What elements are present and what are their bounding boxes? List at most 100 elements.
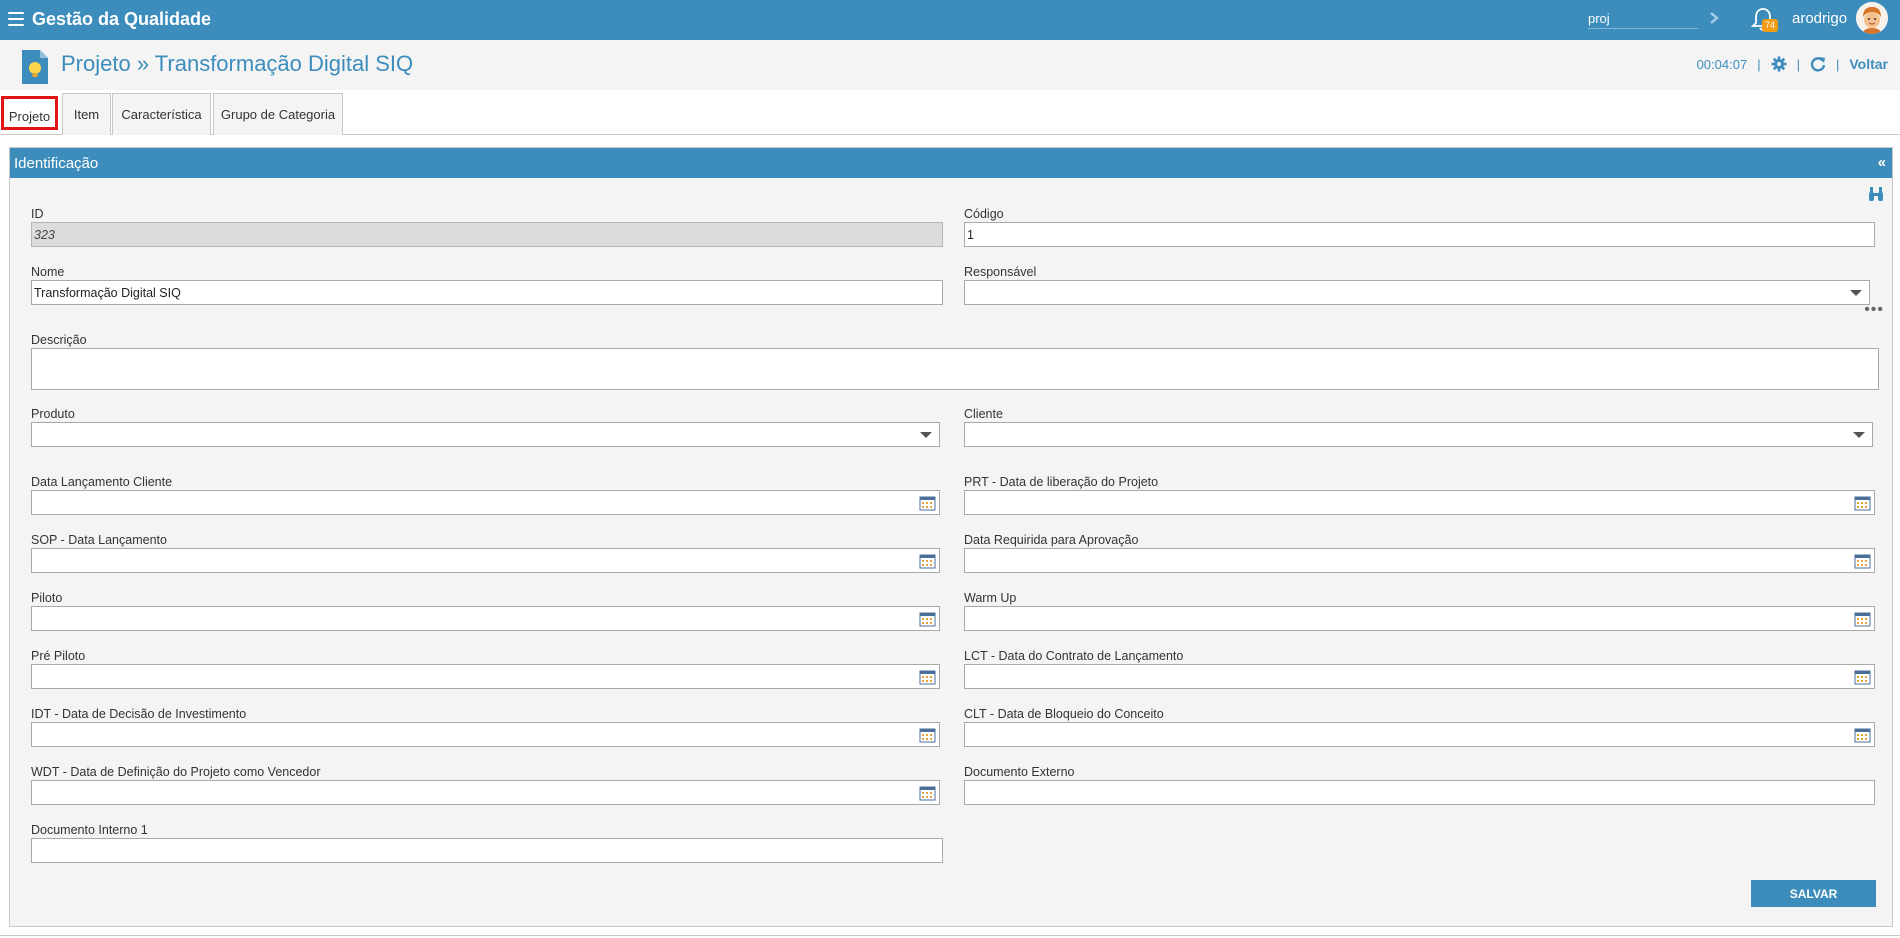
calendar-icon[interactable] (919, 553, 936, 569)
separator: | (1796, 56, 1800, 72)
app-title: Gestão da Qualidade (32, 9, 212, 29)
separator: | (1835, 56, 1840, 72)
search-field[interactable] (1588, 7, 1698, 29)
header-tools: 00:04:07 | | | Voltar (1697, 56, 1888, 72)
date-input[interactable] (32, 607, 939, 630)
field-nome: Nome (31, 265, 943, 307)
field-clt: CLT - Data de Bloqueio do Conceito (964, 707, 1875, 749)
field-label: Data Requirida para Aprovação (964, 533, 1139, 547)
tab-grupo-de-categoria[interactable]: Grupo de Categoria (213, 93, 343, 135)
field-label: Descrição (31, 333, 87, 347)
calendar-icon[interactable] (919, 785, 936, 801)
session-timer: 00:04:07 (1696, 56, 1748, 72)
field-cliente: Cliente (964, 407, 1873, 449)
collapse-icon[interactable]: « (1878, 154, 1886, 171)
calendar-icon[interactable] (919, 669, 936, 685)
menu-icon[interactable] (8, 12, 24, 26)
lightbulb-document-icon (22, 50, 48, 84)
avatar[interactable] (1856, 2, 1888, 34)
date-input[interactable] (32, 781, 939, 804)
panel-header[interactable]: Identificação « (10, 148, 1892, 178)
field-label: IDT - Data de Decisão de Investimento (31, 707, 247, 721)
user-avatar-icon (1856, 2, 1888, 34)
date-input[interactable] (965, 549, 1874, 572)
field-wdt: WDT - Data de Definição do Projeto como … (31, 765, 940, 807)
back-link[interactable]: Voltar (1849, 56, 1888, 72)
field-label: Nome (31, 265, 65, 279)
date-input[interactable] (32, 549, 939, 572)
field-label: Produto (31, 407, 75, 421)
field-label: SOP - Data Lançamento (31, 533, 167, 547)
identification-panel: Identificação « ID Código Nome Responsáv… (9, 147, 1893, 927)
calendar-icon[interactable] (1854, 495, 1871, 511)
date-input[interactable] (965, 491, 1874, 514)
field-label: WDT - Data de Definição do Projeto como … (31, 765, 321, 779)
field-label: Documento Interno 1 (31, 823, 148, 837)
date-input[interactable] (32, 723, 939, 746)
field-label: CLT - Data de Bloqueio do Conceito (964, 707, 1164, 721)
tab-projeto[interactable]: Projeto (1, 96, 58, 130)
cliente-select[interactable] (964, 422, 1873, 447)
field-produto: Produto (31, 407, 940, 449)
more-options-icon[interactable]: ••• (1864, 302, 1884, 318)
field-label: LCT - Data do Contrato de Lançamento (964, 649, 1184, 663)
field-data-requerida: Data Requirida para Aprovação (964, 533, 1875, 575)
chevron-right-icon[interactable] (1706, 8, 1722, 28)
calendar-icon[interactable] (1854, 727, 1871, 743)
calendar-icon[interactable] (919, 495, 936, 511)
field-lct: LCT - Data do Contrato de Lançamento (964, 649, 1875, 691)
date-input[interactable] (965, 665, 1874, 688)
search-input[interactable] (1588, 7, 1698, 29)
date-input[interactable] (32, 665, 939, 688)
notification-badge: 74 (1762, 19, 1778, 32)
chevron-down-icon (1850, 290, 1862, 296)
field-responsavel: Responsável (964, 265, 1870, 307)
field-label: Responsável (964, 265, 1037, 279)
tab-item[interactable]: Item (62, 93, 111, 135)
gear-icon[interactable] (1771, 56, 1787, 72)
calendar-icon[interactable] (1854, 669, 1871, 685)
calendar-icon[interactable] (919, 611, 936, 627)
field-data-lancamento-cliente: Data Lançamento Cliente (31, 475, 940, 517)
calendar-icon[interactable] (1854, 553, 1871, 569)
field-label: ID (31, 207, 44, 221)
codigo-input[interactable] (965, 223, 1874, 246)
top-bar: Gestão da Qualidade 74 arodrigo (0, 0, 1900, 40)
page-title: Projeto » Transformação Digital SIQ (61, 51, 414, 76)
field-pre-piloto: Pré Piloto (31, 649, 940, 691)
produto-select[interactable] (31, 422, 940, 447)
field-label: PRT - Data de liberação do Projeto (964, 475, 1159, 489)
username[interactable]: arodrigo (1792, 10, 1847, 27)
responsavel-select[interactable] (964, 280, 1870, 305)
date-input[interactable] (32, 491, 939, 514)
field-piloto: Piloto (31, 591, 940, 633)
chevron-down-icon (1853, 432, 1865, 438)
calendar-icon[interactable] (919, 727, 936, 743)
field-id: ID (31, 207, 943, 249)
date-input[interactable] (965, 607, 1874, 630)
field-idt: IDT - Data de Decisão de Investimento (31, 707, 940, 749)
field-label: Documento Externo (964, 765, 1075, 779)
date-input[interactable] (965, 723, 1874, 746)
field-sop: SOP - Data Lançamento (31, 533, 940, 575)
id-input (32, 223, 942, 246)
field-prt: PRT - Data de liberação do Projeto (964, 475, 1875, 517)
panel-title: Identificação (14, 155, 99, 172)
page-header: Projeto » Transformação Digital SIQ 00:0… (0, 40, 1900, 90)
documento-externo-input[interactable] (965, 781, 1874, 804)
field-codigo: Código (964, 207, 1875, 249)
nome-input[interactable] (32, 281, 942, 304)
field-label: Pré Piloto (31, 649, 86, 663)
field-label: Warm Up (964, 591, 1017, 605)
descricao-textarea[interactable] (31, 348, 1879, 390)
calendar-icon[interactable] (1854, 611, 1871, 627)
separator: | (1757, 56, 1761, 72)
tab-bar: Projeto Item Característica Grupo de Cat… (0, 93, 1900, 135)
refresh-icon[interactable] (1810, 56, 1826, 72)
tab-caracteristica[interactable]: Característica (112, 93, 211, 135)
field-warm-up: Warm Up (964, 591, 1875, 633)
binoculars-icon[interactable] (1868, 186, 1884, 202)
save-button[interactable]: SALVAR (1751, 880, 1876, 907)
field-documento-interno-1: Documento Interno 1 (31, 823, 943, 865)
documento-interno-1-input[interactable] (32, 839, 942, 862)
